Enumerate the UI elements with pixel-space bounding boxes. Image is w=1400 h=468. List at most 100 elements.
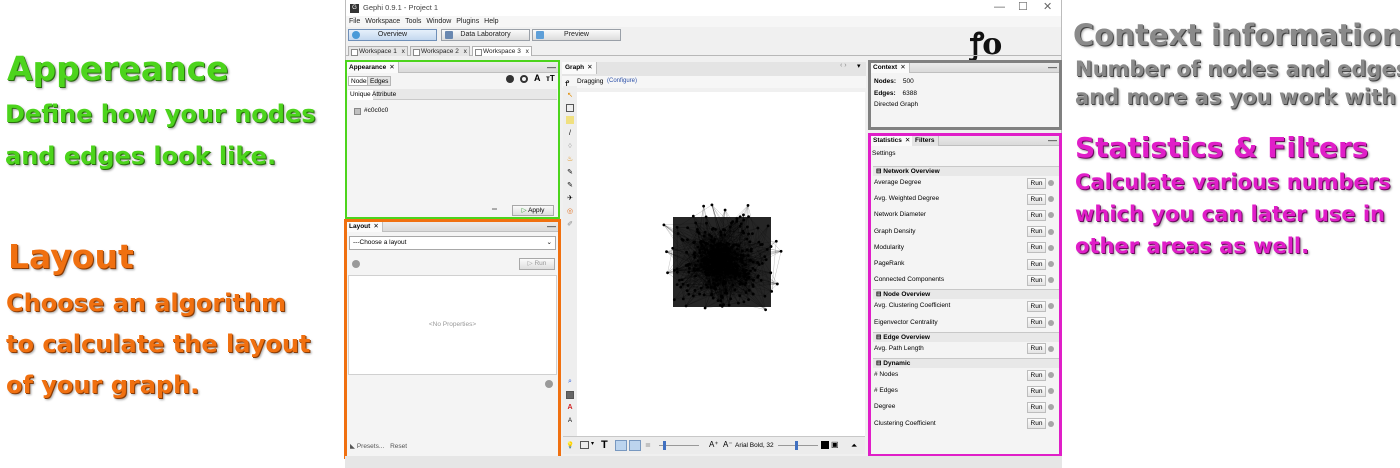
bulb-icon[interactable]: 💡: [566, 441, 574, 449]
font-label[interactable]: Arial Bold, 32: [735, 442, 774, 449]
menu-file[interactable]: File: [349, 16, 360, 27]
info-icon[interactable]: [1048, 372, 1054, 378]
node-size-icon[interactable]: ◎: [566, 208, 574, 216]
tab-filters[interactable]: Filters: [912, 135, 939, 146]
edge-weight-icon[interactable]: ≣: [645, 441, 651, 449]
configure-link[interactable]: (Configure): [607, 78, 637, 84]
run-stat-button[interactable]: Run: [1027, 317, 1046, 329]
workspace-tab-1[interactable]: Workspace 1 x: [348, 46, 408, 56]
color-swatch[interactable]: [354, 108, 361, 115]
preview-button[interactable]: Preview: [532, 29, 621, 41]
run-stat-button[interactable]: Run: [1027, 418, 1046, 430]
menu-window[interactable]: Window: [426, 16, 451, 27]
minimize-button[interactable]: —: [994, 1, 1005, 14]
pointer-icon[interactable]: ↖: [566, 92, 574, 100]
run-stat-button[interactable]: Run: [1027, 209, 1046, 221]
close-workspace-3-icon[interactable]: x: [526, 48, 529, 55]
drag-icon[interactable]: [566, 116, 574, 124]
edge-curved-icon[interactable]: [629, 440, 641, 451]
info-icon[interactable]: [1048, 420, 1054, 427]
info-icon[interactable]: [1048, 244, 1054, 251]
settings-button[interactable]: Settings: [872, 150, 896, 157]
scroll-tabs-icon[interactable]: ‹ ›: [840, 62, 847, 69]
font-size-up-icon[interactable]: A⁺: [709, 440, 719, 449]
edge-straight-icon[interactable]: [615, 440, 627, 451]
minimize-statistics-icon[interactable]: —: [1048, 135, 1057, 145]
data-laboratory-button[interactable]: Data Laboratory: [441, 29, 530, 41]
run-stat-button[interactable]: Run: [1027, 274, 1046, 286]
stats-section[interactable]: ⊟ Edge Overview: [873, 331, 1059, 342]
info-icon[interactable]: [1048, 180, 1054, 186]
diamond-icon[interactable]: ◊: [566, 143, 574, 151]
apply-button[interactable]: ▷ Apply: [512, 205, 554, 216]
workspace-tab-2[interactable]: Workspace 2 x: [410, 46, 470, 56]
run-stat-button[interactable]: Run: [1027, 343, 1046, 355]
chevron-down-icon[interactable]: ▾: [591, 440, 594, 447]
graph-canvas[interactable]: [577, 92, 865, 436]
appearance-edges-tab[interactable]: Edges: [367, 76, 392, 86]
background-color-icon[interactable]: [580, 441, 589, 449]
menu-help[interactable]: Help: [484, 16, 498, 27]
edge-scale-thumb[interactable]: [663, 441, 666, 450]
heat-icon[interactable]: ♨: [566, 156, 574, 164]
minimize-appearance-icon[interactable]: —: [547, 62, 556, 72]
close-window-button[interactable]: ✕: [1043, 1, 1052, 14]
tab-graph[interactable]: Graph ✕: [562, 62, 597, 74]
shortest-path-icon[interactable]: ✈: [566, 195, 574, 203]
presets-button[interactable]: Presets...: [357, 443, 384, 450]
menu-plugins[interactable]: Plugins: [456, 16, 479, 27]
label-size-slider[interactable]: [778, 445, 818, 446]
stats-section[interactable]: ⊟ Node Overview: [873, 289, 1059, 300]
close-layout-icon[interactable]: ✕: [373, 223, 378, 230]
run-layout-button[interactable]: ▷ Run: [519, 258, 555, 270]
menu-tools[interactable]: Tools: [405, 16, 421, 27]
info-icon[interactable]: [352, 260, 360, 268]
info-icon[interactable]: [1048, 319, 1054, 326]
tab-appearance[interactable]: Appearance ✕: [346, 62, 399, 73]
zoom-icon[interactable]: ⌕: [566, 378, 574, 386]
label-mode-icon[interactable]: ▣: [831, 440, 839, 449]
menu-workspace[interactable]: Workspace: [365, 16, 400, 27]
close-workspace-1-icon[interactable]: x: [402, 48, 405, 55]
run-stat-button[interactable]: Run: [1027, 369, 1046, 381]
layout-select[interactable]: ---Choose a layout ⌄: [349, 236, 556, 250]
screenshot-icon[interactable]: [566, 391, 574, 399]
size-icon[interactable]: [520, 75, 528, 83]
overview-button[interactable]: Overview: [348, 29, 437, 41]
properties-info-icon[interactable]: [545, 380, 553, 388]
label-size-icon[interactable]: A: [566, 417, 574, 425]
stats-section[interactable]: ⊟ Dynamic: [873, 358, 1059, 368]
maximize-button[interactable]: ☐: [1018, 1, 1028, 14]
close-appearance-icon[interactable]: ✕: [389, 64, 394, 71]
minimize-context-icon[interactable]: —: [1048, 62, 1057, 72]
pencil-icon[interactable]: ✎: [566, 169, 574, 177]
font-size-down-icon[interactable]: A⁻: [723, 440, 733, 449]
run-stat-button[interactable]: Run: [1027, 177, 1046, 189]
label-size-icon[interactable]: ᴛT: [546, 74, 555, 83]
tab-layout[interactable]: Layout ✕: [346, 221, 383, 232]
run-stat-button[interactable]: Run: [1027, 385, 1046, 397]
run-stat-button[interactable]: Run: [1027, 300, 1046, 312]
label-size-thumb[interactable]: [795, 441, 798, 450]
chevron-down-icon[interactable]: ▾: [857, 62, 861, 70]
close-statistics-icon[interactable]: ✕: [905, 137, 910, 144]
reset-button[interactable]: Reset: [390, 443, 407, 450]
run-stat-button[interactable]: Run: [1027, 401, 1046, 413]
workspace-tab-3[interactable]: Workspace 3 x: [472, 46, 532, 56]
run-stat-button[interactable]: Run: [1027, 242, 1046, 254]
run-stat-button[interactable]: Run: [1027, 258, 1046, 270]
run-stat-button[interactable]: Run: [1027, 193, 1046, 205]
brush-icon[interactable]: /: [566, 130, 574, 138]
info-icon[interactable]: [1048, 228, 1054, 235]
label-color-swatch[interactable]: [821, 441, 829, 449]
color-icon[interactable]: [506, 75, 514, 83]
close-context-icon[interactable]: ✕: [900, 64, 905, 71]
edit-icon[interactable]: ✐: [566, 221, 574, 229]
tab-context[interactable]: Context ✕: [870, 62, 910, 73]
edge-pencil-icon[interactable]: ✎: [566, 182, 574, 190]
info-icon[interactable]: [1048, 261, 1054, 267]
label-color-icon[interactable]: A: [566, 404, 574, 412]
stats-section[interactable]: ⊟ Network Overview: [873, 166, 1059, 176]
attribute-tab[interactable]: Attribute: [370, 90, 398, 100]
text-icon[interactable]: T: [601, 439, 608, 451]
